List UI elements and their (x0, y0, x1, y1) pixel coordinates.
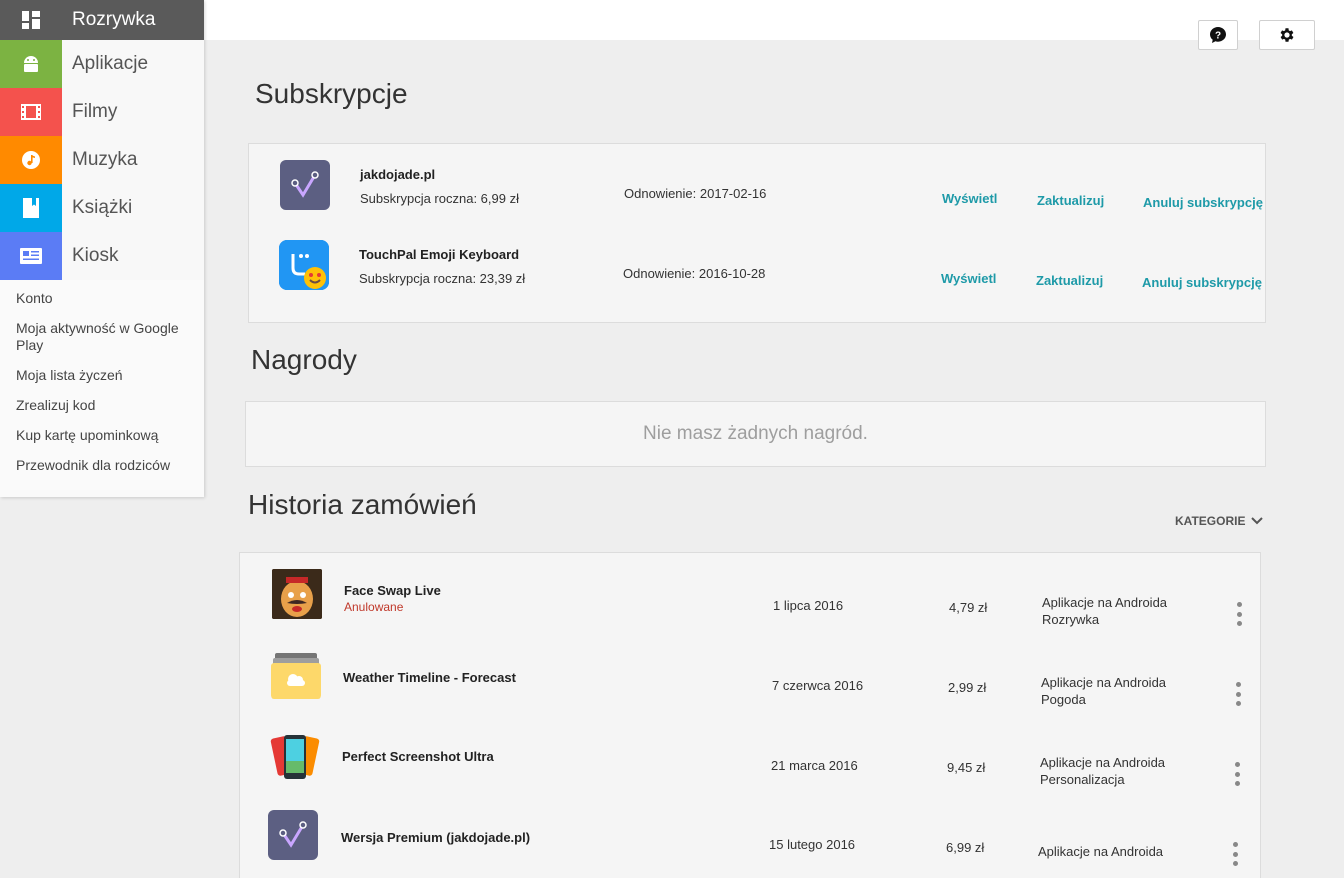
order-app-name[interactable]: Perfect Screenshot Ultra (342, 749, 494, 764)
order-price: 2,99 zł (948, 680, 987, 695)
order-category-type: Aplikacje na Androida (1040, 755, 1166, 770)
top-bar (204, 0, 1344, 40)
update-button[interactable]: Zaktualizuj (1036, 273, 1103, 288)
order-category: Aplikacje na Androida Pogoda (1041, 674, 1166, 708)
more-options-icon[interactable] (1233, 762, 1241, 786)
subscriptions-heading: Subskrypcje (255, 78, 408, 109)
help-button[interactable]: ? (1198, 20, 1238, 50)
order-category-type: Aplikacje na Androida (1041, 675, 1167, 690)
order-date: 15 lutego 2016 (769, 837, 856, 852)
order-category: Aplikacje na Androida (1038, 843, 1163, 860)
settings-button[interactable] (1259, 20, 1315, 50)
sidebar-item-ksiazki[interactable]: Książki (0, 184, 204, 232)
categories-filter[interactable]: KATEGORIE (1175, 514, 1264, 528)
order-history-heading: Historia zamówień (248, 489, 477, 520)
more-options-icon[interactable] (1234, 682, 1242, 706)
more-options-icon[interactable] (1235, 602, 1243, 626)
subscription-app-name: jakdojade.pl (360, 167, 436, 182)
order-category-genre: Personalizacja (1040, 772, 1125, 787)
order-price: 4,79 zł (949, 600, 988, 615)
touchpal-app-icon (279, 240, 329, 290)
order-price: 6,99 zł (946, 840, 985, 855)
order-status: Anulowane (344, 600, 404, 614)
music-icon (0, 136, 62, 184)
order-category-type: Aplikacje na Androida (1038, 844, 1164, 859)
sidebar-link-activity[interactable]: Moja aktywność w Google Play (16, 320, 196, 354)
gear-icon (1280, 28, 1294, 42)
rewards-empty-message: Nie masz żadnych nagród. (643, 423, 868, 444)
sidebar: Rozrywka Aplikacje Filmy Muzyka Książki … (0, 0, 204, 497)
sidebar-item-muzyka[interactable]: Muzyka (0, 136, 204, 184)
subscription-row: jakdojade.pl Subskrypcja roczna: 6,99 zł… (249, 144, 1265, 224)
order-app-name[interactable]: Weather Timeline - Forecast (343, 670, 516, 685)
view-button[interactable]: Wyświetl (941, 271, 996, 286)
sidebar-link-konto[interactable]: Konto (16, 290, 196, 307)
order-category: Aplikacje na Androida Rozrywka (1042, 594, 1167, 628)
order-category-genre: Rozrywka (1042, 612, 1100, 627)
page-bottom-edge (0, 878, 1344, 893)
rewards-heading: Nagrody (251, 344, 357, 375)
jakdojade-app-icon (268, 810, 318, 860)
svg-text:?: ? (1215, 31, 1221, 42)
sidebar-link-redeem[interactable]: Zrealizuj kod (16, 397, 196, 414)
grid-icon (0, 0, 62, 40)
order-date: 21 marca 2016 (771, 758, 858, 773)
order-date: 1 lipca 2016 (773, 598, 844, 613)
order-category-genre: Pogoda (1041, 692, 1086, 707)
sidebar-item-rozrywka[interactable]: Rozrywka (0, 0, 204, 40)
subscription-plan: Subskrypcja roczna: 23,39 zł (359, 271, 526, 286)
sidebar-link-parent-guide[interactable]: Przewodnik dla rodziców (16, 457, 196, 474)
order-category-type: Aplikacje na Androida (1042, 595, 1168, 610)
cancel-subscription-button[interactable]: Anuluj subskrypcję (1142, 275, 1262, 290)
sidebar-item-label: Książki (72, 197, 133, 218)
sidebar-item-label: Muzyka (72, 149, 138, 170)
update-button[interactable]: Zaktualizuj (1037, 193, 1104, 208)
sidebar-item-label: Filmy (72, 101, 118, 122)
sidebar-link-wishlist[interactable]: Moja lista życzeń (16, 367, 196, 384)
subscription-app-name: TouchPal Emoji Keyboard (359, 247, 520, 262)
chevron-down-icon (1251, 517, 1264, 525)
more-options-icon[interactable] (1231, 842, 1239, 866)
perfect-screenshot-app-icon (270, 733, 320, 783)
sidebar-item-label: Rozrywka (72, 9, 156, 30)
order-history-card: Face Swap Live Anulowane 1 lipca 2016 4,… (239, 552, 1261, 882)
order-app-name[interactable]: Face Swap Live (344, 583, 441, 598)
categories-filter-label: KATEGORIE (1175, 514, 1246, 528)
android-icon (0, 40, 62, 88)
subscription-plan: Subskrypcja roczna: 6,99 zł (360, 191, 519, 206)
sidebar-links: Konto Moja aktywność w Google Play Moja … (16, 290, 196, 487)
sidebar-item-kiosk[interactable]: Kiosk (0, 232, 204, 280)
view-button[interactable]: Wyświetl (942, 191, 997, 206)
help-icon: ? (1210, 27, 1226, 43)
weather-timeline-app-icon (271, 651, 321, 701)
sidebar-item-label: Kiosk (72, 245, 119, 266)
face-swap-app-icon (272, 569, 322, 619)
order-category: Aplikacje na Androida Personalizacja (1040, 754, 1165, 788)
order-app-name[interactable]: Wersja Premium (jakdojade.pl) (341, 830, 530, 845)
subscriptions-card: jakdojade.pl Subskrypcja roczna: 6,99 zł… (248, 143, 1266, 323)
cancel-subscription-button[interactable]: Anuluj subskrypcję (1143, 195, 1263, 210)
order-price: 9,45 zł (947, 760, 986, 775)
sidebar-link-gift-card[interactable]: Kup kartę upominkową (16, 427, 196, 444)
film-icon (0, 88, 62, 136)
sidebar-item-aplikacje[interactable]: Aplikacje (0, 40, 204, 88)
sidebar-item-filmy[interactable]: Filmy (0, 88, 204, 136)
subscription-row: TouchPal Emoji Keyboard Subskrypcja rocz… (249, 224, 1265, 304)
subscription-renewal: Odnowienie: 2017-02-16 (624, 186, 767, 201)
newsstand-icon (0, 232, 62, 280)
order-date: 7 czerwca 2016 (772, 678, 864, 693)
subscription-renewal: Odnowienie: 2016-10-28 (623, 266, 766, 281)
rewards-card: Nie masz żadnych nagród. (245, 401, 1266, 467)
sidebar-item-label: Aplikacje (72, 53, 149, 74)
book-icon (0, 184, 62, 232)
jakdojade-app-icon (280, 160, 330, 210)
